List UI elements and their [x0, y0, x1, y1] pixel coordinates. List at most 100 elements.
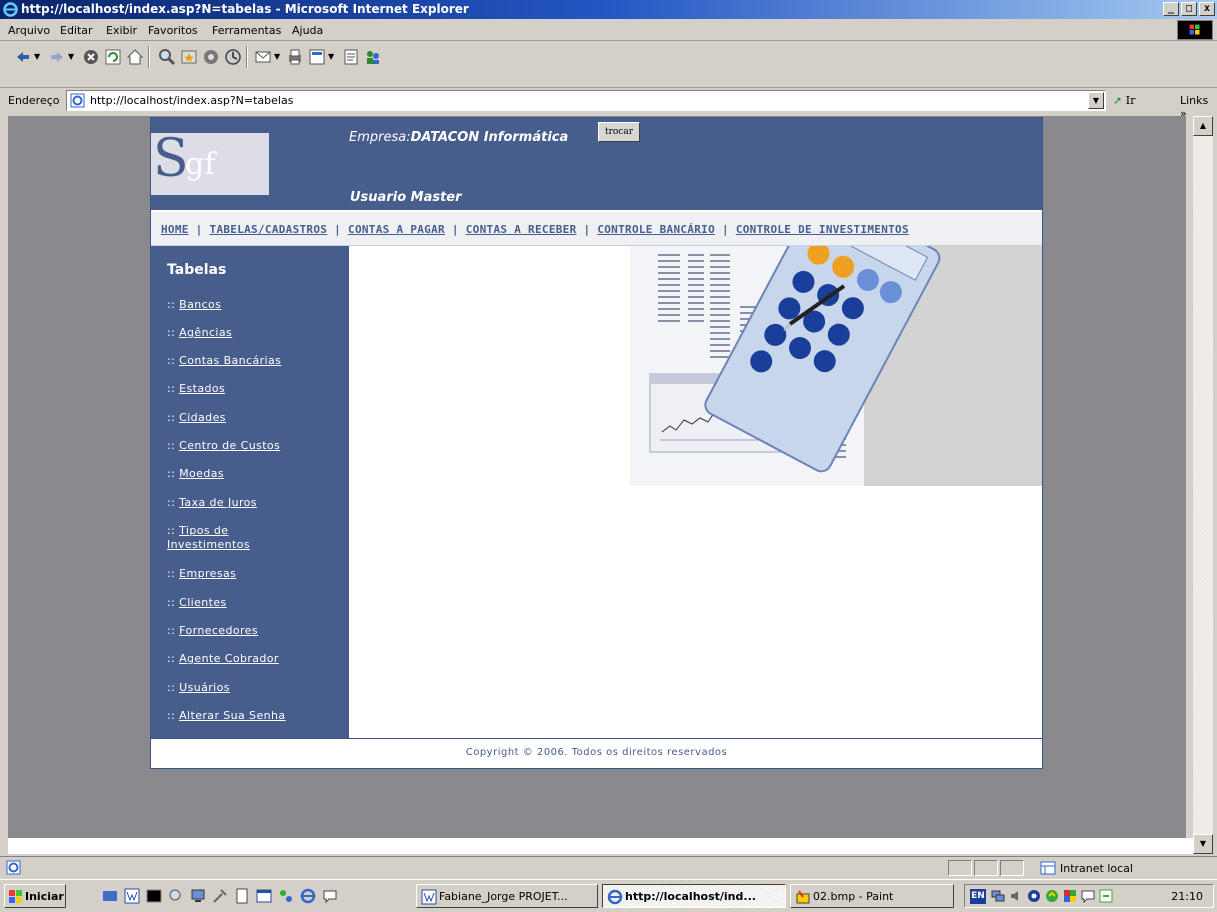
- tray-update-icon[interactable]: [1045, 889, 1059, 903]
- sidebar-item-label: Agências: [179, 326, 233, 339]
- language-indicator[interactable]: EN: [970, 889, 986, 904]
- edit-icon[interactable]: [308, 48, 326, 66]
- sidebar-bullet: ::: [167, 652, 176, 665]
- menu-arquivo[interactable]: Arquivo: [8, 24, 50, 37]
- tray-app-icon[interactable]: [1063, 889, 1077, 903]
- sidebar-item-label: Fornecedores: [179, 624, 258, 637]
- edit-dropdown-icon[interactable]: ▼: [328, 52, 334, 61]
- quicklaunch-window-icon[interactable]: [256, 888, 272, 904]
- sidebar-item-estados[interactable]: :: Estados: [167, 382, 337, 396]
- sidebar-item-alterar-sua-senha[interactable]: :: Alterar Sua Senha: [167, 709, 337, 723]
- quicklaunch-network-icon[interactable]: [278, 888, 294, 904]
- sidebar-item-agente-cobrador[interactable]: :: Agente Cobrador: [167, 652, 337, 666]
- sidebar-item-usuarios[interactable]: :: Usuários: [167, 681, 337, 695]
- search-icon[interactable]: [158, 48, 176, 66]
- sidebar-item-contas-bancarias[interactable]: :: Contas Bancárias: [167, 354, 337, 368]
- address-input[interactable]: http://localhost/index.asp?N=tabelas ▼: [66, 90, 1106, 111]
- nav-controle-de-investimentos[interactable]: CONTROLE DE INVESTIMENTOS: [736, 223, 909, 236]
- print-icon[interactable]: [286, 48, 304, 66]
- sidebar-item-label: Bancos: [179, 298, 222, 311]
- taskbar-item-word[interactable]: Fabiane_Jorge PROJET...: [416, 884, 598, 908]
- menu-favoritos[interactable]: Favoritos: [148, 24, 198, 37]
- quicklaunch-search-icon[interactable]: [168, 888, 184, 904]
- start-button[interactable]: Iniciar: [4, 884, 66, 908]
- sidebar-item-clientes[interactable]: :: Clientes: [167, 596, 337, 610]
- scroll-up-button[interactable]: ▲: [1193, 116, 1213, 136]
- sidebar-item-taxa-de-juros[interactable]: :: Taxa de Juros: [167, 496, 337, 510]
- minimize-button[interactable]: _: [1163, 2, 1179, 16]
- security-zone: Intranet local: [1040, 861, 1133, 875]
- scroll-down-button[interactable]: ▼: [1193, 834, 1213, 854]
- vertical-scrollbar[interactable]: ▲ ▼: [1193, 116, 1213, 854]
- tray-volume-icon[interactable]: [1009, 889, 1023, 903]
- intranet-icon: [1040, 861, 1056, 875]
- nav-contas-a-receber[interactable]: CONTAS A RECEBER: [466, 223, 577, 236]
- forward-dropdown-icon[interactable]: ▼: [68, 52, 74, 61]
- taskbar-item-ie[interactable]: http://localhost/ind...: [602, 884, 786, 908]
- sidebar-item-cidades[interactable]: :: Cidades: [167, 411, 337, 425]
- menu-ferramentas[interactable]: Ferramentas: [212, 24, 281, 37]
- mail-icon[interactable]: [254, 48, 272, 66]
- sidebar-bullet: ::: [167, 467, 176, 480]
- sidebar-item-label: Cidades: [179, 411, 226, 424]
- back-dropdown-icon[interactable]: ▼: [34, 52, 40, 61]
- quicklaunch-word-icon[interactable]: [124, 888, 140, 904]
- discuss-icon[interactable]: [342, 48, 360, 66]
- status-cell: [974, 860, 998, 876]
- sidebar-item-centro-de-custos[interactable]: :: Centro de Custos: [167, 439, 337, 453]
- close-button[interactable]: x: [1199, 2, 1215, 16]
- back-icon[interactable]: [14, 48, 32, 66]
- menu-editar[interactable]: Editar: [60, 24, 93, 37]
- sidebar-item-tipos-de-investimentos[interactable]: :: Tipos de Investimentos: [167, 524, 285, 552]
- address-dropdown-button[interactable]: ▼: [1088, 92, 1104, 109]
- home-icon[interactable]: [126, 48, 144, 66]
- page-icon: [70, 93, 85, 108]
- mail-dropdown-icon[interactable]: ▼: [274, 52, 280, 61]
- status-bar: Intranet local: [0, 856, 1217, 878]
- quicklaunch-ie-icon[interactable]: [300, 888, 316, 904]
- quicklaunch-computer-icon[interactable]: [190, 888, 206, 904]
- quicklaunch-notepad-icon[interactable]: [234, 888, 250, 904]
- sidebar-item-agencias[interactable]: :: Agências: [167, 326, 337, 340]
- sidebar-item-moedas[interactable]: :: Moedas: [167, 467, 337, 481]
- quicklaunch-desktop-icon[interactable]: [102, 888, 118, 904]
- nav-home[interactable]: HOME: [161, 223, 189, 236]
- nav-contas-a-pagar[interactable]: CONTAS A PAGAR: [348, 223, 445, 236]
- window-title-bar[interactable]: http://localhost/index.asp?N=tabelas - M…: [0, 0, 1217, 19]
- taskbar-item-paint[interactable]: 02.bmp - Paint: [790, 884, 954, 908]
- messenger-icon[interactable]: [364, 48, 382, 66]
- go-arrow-icon: ➚: [1113, 94, 1123, 107]
- forward-icon[interactable]: [48, 48, 66, 66]
- sidebar-bullet: ::: [167, 382, 176, 395]
- refresh-icon[interactable]: [104, 48, 122, 66]
- tray-messenger-icon[interactable]: [1081, 889, 1095, 903]
- sidebar-item-fornecedores[interactable]: :: Fornecedores: [167, 624, 337, 638]
- copyright-text: Copyright © 2006. Todos os direitos rese…: [465, 747, 728, 758]
- nav-controle-bancario[interactable]: CONTROLE BANCÁRIO: [597, 223, 715, 236]
- history-icon[interactable]: [224, 48, 242, 66]
- quicklaunch-tools-icon[interactable]: [212, 888, 228, 904]
- system-tray: EN 21:10: [964, 884, 1214, 908]
- main-nav: HOME | TABELAS/CADASTROS | CONTAS A PAGA…: [151, 210, 1042, 246]
- trocar-button[interactable]: trocar: [598, 122, 640, 142]
- toolbar-separator: [246, 46, 248, 68]
- quicklaunch-messenger-icon[interactable]: [322, 888, 338, 904]
- stop-icon[interactable]: [82, 48, 100, 66]
- sidebar-item-label: Empresas: [179, 567, 237, 580]
- nav-tabelas-cadastros[interactable]: TABELAS/CADASTROS: [210, 223, 328, 236]
- sidebar-item-empresas[interactable]: :: Empresas: [167, 567, 337, 581]
- quicklaunch-cmd-icon[interactable]: [146, 888, 162, 904]
- sidebar-item-label: Tipos de Investimentos: [167, 524, 251, 551]
- tray-sync-icon[interactable]: [1099, 889, 1113, 903]
- sidebar-bullet: ::: [167, 326, 176, 339]
- go-button[interactable]: ➚ Ir: [1113, 94, 1135, 107]
- menu-ajuda[interactable]: Ajuda: [292, 24, 323, 37]
- favorites-icon[interactable]: [180, 48, 198, 66]
- menu-exibir[interactable]: Exibir: [106, 24, 137, 37]
- logo-letter-s: S: [153, 129, 189, 189]
- sidebar-item-bancos[interactable]: :: Bancos: [167, 298, 337, 312]
- tray-antivirus-icon[interactable]: [1027, 889, 1041, 903]
- media-icon[interactable]: [202, 48, 220, 66]
- tray-network-icon[interactable]: [991, 889, 1005, 903]
- maximize-button[interactable]: □: [1181, 2, 1197, 16]
